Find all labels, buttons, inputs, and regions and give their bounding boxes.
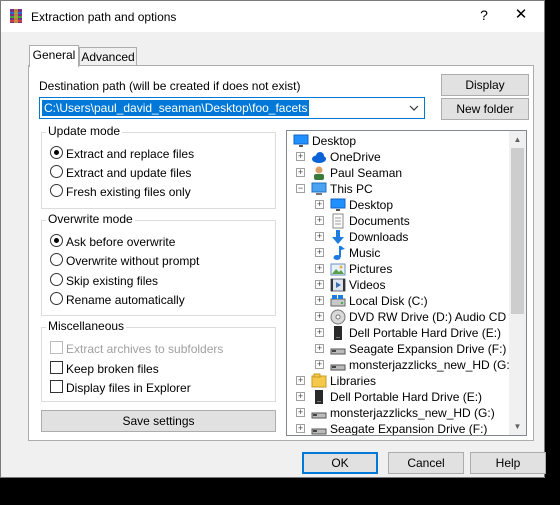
update-mode-title: Update mode <box>46 124 123 138</box>
documents-icon <box>332 213 344 229</box>
general-panel: Destination path (will be created if doe… <box>28 65 534 441</box>
tree-item-dell-drive-e-root[interactable]: + Dell Portable Hard Drive (E:) <box>287 389 509 405</box>
expand-icon[interactable]: + <box>296 376 305 385</box>
drive-icon <box>330 295 346 307</box>
checkbox-display-in-explorer[interactable]: Display files in Explorer <box>50 380 191 396</box>
cancel-button[interactable]: Cancel <box>388 452 464 474</box>
overwrite-mode-title: Overwrite mode <box>46 212 135 226</box>
radio-fresh-existing[interactable]: Fresh existing files only <box>50 184 191 200</box>
expand-icon[interactable]: + <box>315 344 324 353</box>
help-button[interactable]: Help <box>470 452 546 474</box>
tree-item-monsterjazz-g[interactable]: + monsterjazzlicks_new_HD (G:) <box>287 357 514 373</box>
title-bar[interactable]: Extraction path and options ? ✕ <box>1 1 544 32</box>
checkbox-extract-to-subfolders[interactable]: Extract archives to subfolders <box>50 341 223 357</box>
destination-path-combobox[interactable]: C:\Users\paul_david_seaman\Desktop\foo_f… <box>39 97 425 119</box>
tree-item-desktop[interactable]: + Desktop <box>287 197 509 213</box>
collapse-icon[interactable]: − <box>296 184 305 193</box>
tree-item-pictures[interactable]: + Pictures <box>287 261 509 277</box>
computer-icon <box>311 182 327 195</box>
tree-item-videos[interactable]: + Videos <box>287 277 509 293</box>
tree-item-desktop-root[interactable]: Desktop <box>287 133 509 149</box>
chevron-down-icon[interactable] <box>408 102 420 114</box>
external-drive-icon <box>330 348 346 355</box>
expand-icon[interactable]: + <box>315 216 324 225</box>
video-icon <box>330 278 346 292</box>
scroll-thumb[interactable] <box>511 148 524 314</box>
close-icon[interactable]: ✕ <box>506 5 536 27</box>
expand-icon[interactable]: + <box>315 328 324 337</box>
window-title: Extraction path and options <box>31 10 177 24</box>
tree-item-this-pc[interactable]: − This PC <box>287 181 509 197</box>
tree-item-dell-drive-e[interactable]: + Dell Portable Hard Drive (E:) <box>287 325 509 341</box>
external-drive-icon <box>311 412 327 419</box>
new-folder-button[interactable]: New folder <box>441 98 529 120</box>
desktop-icon <box>330 198 346 211</box>
radio-extract-replace[interactable]: Extract and replace files <box>50 146 194 162</box>
tree-item-music[interactable]: + Music <box>287 245 509 261</box>
external-drive-icon <box>330 364 346 371</box>
expand-icon[interactable]: + <box>296 392 305 401</box>
tree-item-downloads[interactable]: + Downloads <box>287 229 509 245</box>
tree-scrollbar[interactable]: ▲ ▼ <box>509 131 526 435</box>
winrar-icon <box>10 9 22 23</box>
tree-item-documents[interactable]: + Documents <box>287 213 509 229</box>
download-icon <box>332 230 344 244</box>
expand-icon[interactable]: + <box>315 280 324 289</box>
expand-icon[interactable]: + <box>315 360 324 369</box>
expand-icon[interactable]: + <box>315 232 324 241</box>
overwrite-mode-group: Overwrite mode Ask before overwrite Over… <box>41 212 276 316</box>
expand-icon[interactable]: + <box>315 200 324 209</box>
hard-drive-icon <box>315 390 323 404</box>
tree-item-seagate-drive-f-root[interactable]: + Seagate Expansion Drive (F:) <box>287 421 509 435</box>
radio-rename-automatically[interactable]: Rename automatically <box>50 292 185 308</box>
expand-icon[interactable]: + <box>296 152 305 161</box>
tree-item-seagate-drive-f[interactable]: + Seagate Expansion Drive (F:) <box>287 341 509 357</box>
miscellaneous-group: Miscellaneous Extract archives to subfol… <box>41 319 276 402</box>
miscellaneous-title: Miscellaneous <box>46 319 127 333</box>
external-drive-icon <box>311 428 327 435</box>
tree-item-monsterjazz-g-root[interactable]: + monsterjazzlicks_new_HD (G:) <box>287 405 509 421</box>
checkbox-keep-broken-files[interactable]: Keep broken files <box>50 361 159 377</box>
destination-label: Destination path (will be created if doe… <box>39 79 301 93</box>
display-button[interactable]: Display <box>441 74 529 96</box>
radio-skip-existing[interactable]: Skip existing files <box>50 273 158 289</box>
desktop-icon <box>293 134 309 147</box>
tree-item-libraries[interactable]: + Libraries <box>287 373 509 389</box>
expand-icon[interactable]: + <box>315 248 324 257</box>
help-icon[interactable]: ? <box>474 7 494 25</box>
tab-general[interactable]: General <box>29 45 79 67</box>
libraries-icon <box>311 373 327 388</box>
scroll-down-icon[interactable]: ▼ <box>509 418 526 435</box>
extraction-dialog: Extraction path and options ? ✕ General … <box>0 0 546 478</box>
cloud-icon <box>312 152 326 163</box>
radio-ask-before-overwrite[interactable]: Ask before overwrite <box>50 234 175 250</box>
expand-icon[interactable]: + <box>296 424 305 433</box>
expand-icon[interactable]: + <box>315 296 324 305</box>
user-icon <box>314 166 324 180</box>
expand-icon[interactable]: + <box>296 408 305 417</box>
expand-icon[interactable]: + <box>296 168 305 177</box>
tree-item-local-disk-c[interactable]: + Local Disk (C:) <box>287 293 509 309</box>
radio-extract-update[interactable]: Extract and update files <box>50 165 191 181</box>
expand-icon[interactable]: + <box>315 312 324 321</box>
scroll-up-icon[interactable]: ▲ <box>509 131 526 148</box>
destination-path-value: C:\Users\paul_david_seaman\Desktop\foo_f… <box>42 100 310 116</box>
tree-item-dvd-drive-d[interactable]: + DVD RW Drive (D:) Audio CD <box>287 309 509 325</box>
folder-tree[interactable]: Desktop + OneDrive + Paul Seaman − This … <box>286 130 527 436</box>
radio-overwrite-without-prompt[interactable]: Overwrite without prompt <box>50 253 199 269</box>
tree-item-onedrive[interactable]: + OneDrive <box>287 149 509 165</box>
save-settings-button[interactable]: Save settings <box>41 410 276 432</box>
ok-button[interactable]: OK <box>302 452 378 474</box>
expand-icon[interactable]: + <box>315 264 324 273</box>
update-mode-group: Update mode Extract and replace files Ex… <box>41 124 276 209</box>
tab-advanced[interactable]: Advanced <box>79 47 137 67</box>
tree-item-paul-seaman[interactable]: + Paul Seaman <box>287 165 509 181</box>
pictures-icon <box>330 263 346 276</box>
music-icon <box>333 246 345 260</box>
cd-icon <box>330 309 346 325</box>
hard-drive-icon <box>334 326 342 340</box>
